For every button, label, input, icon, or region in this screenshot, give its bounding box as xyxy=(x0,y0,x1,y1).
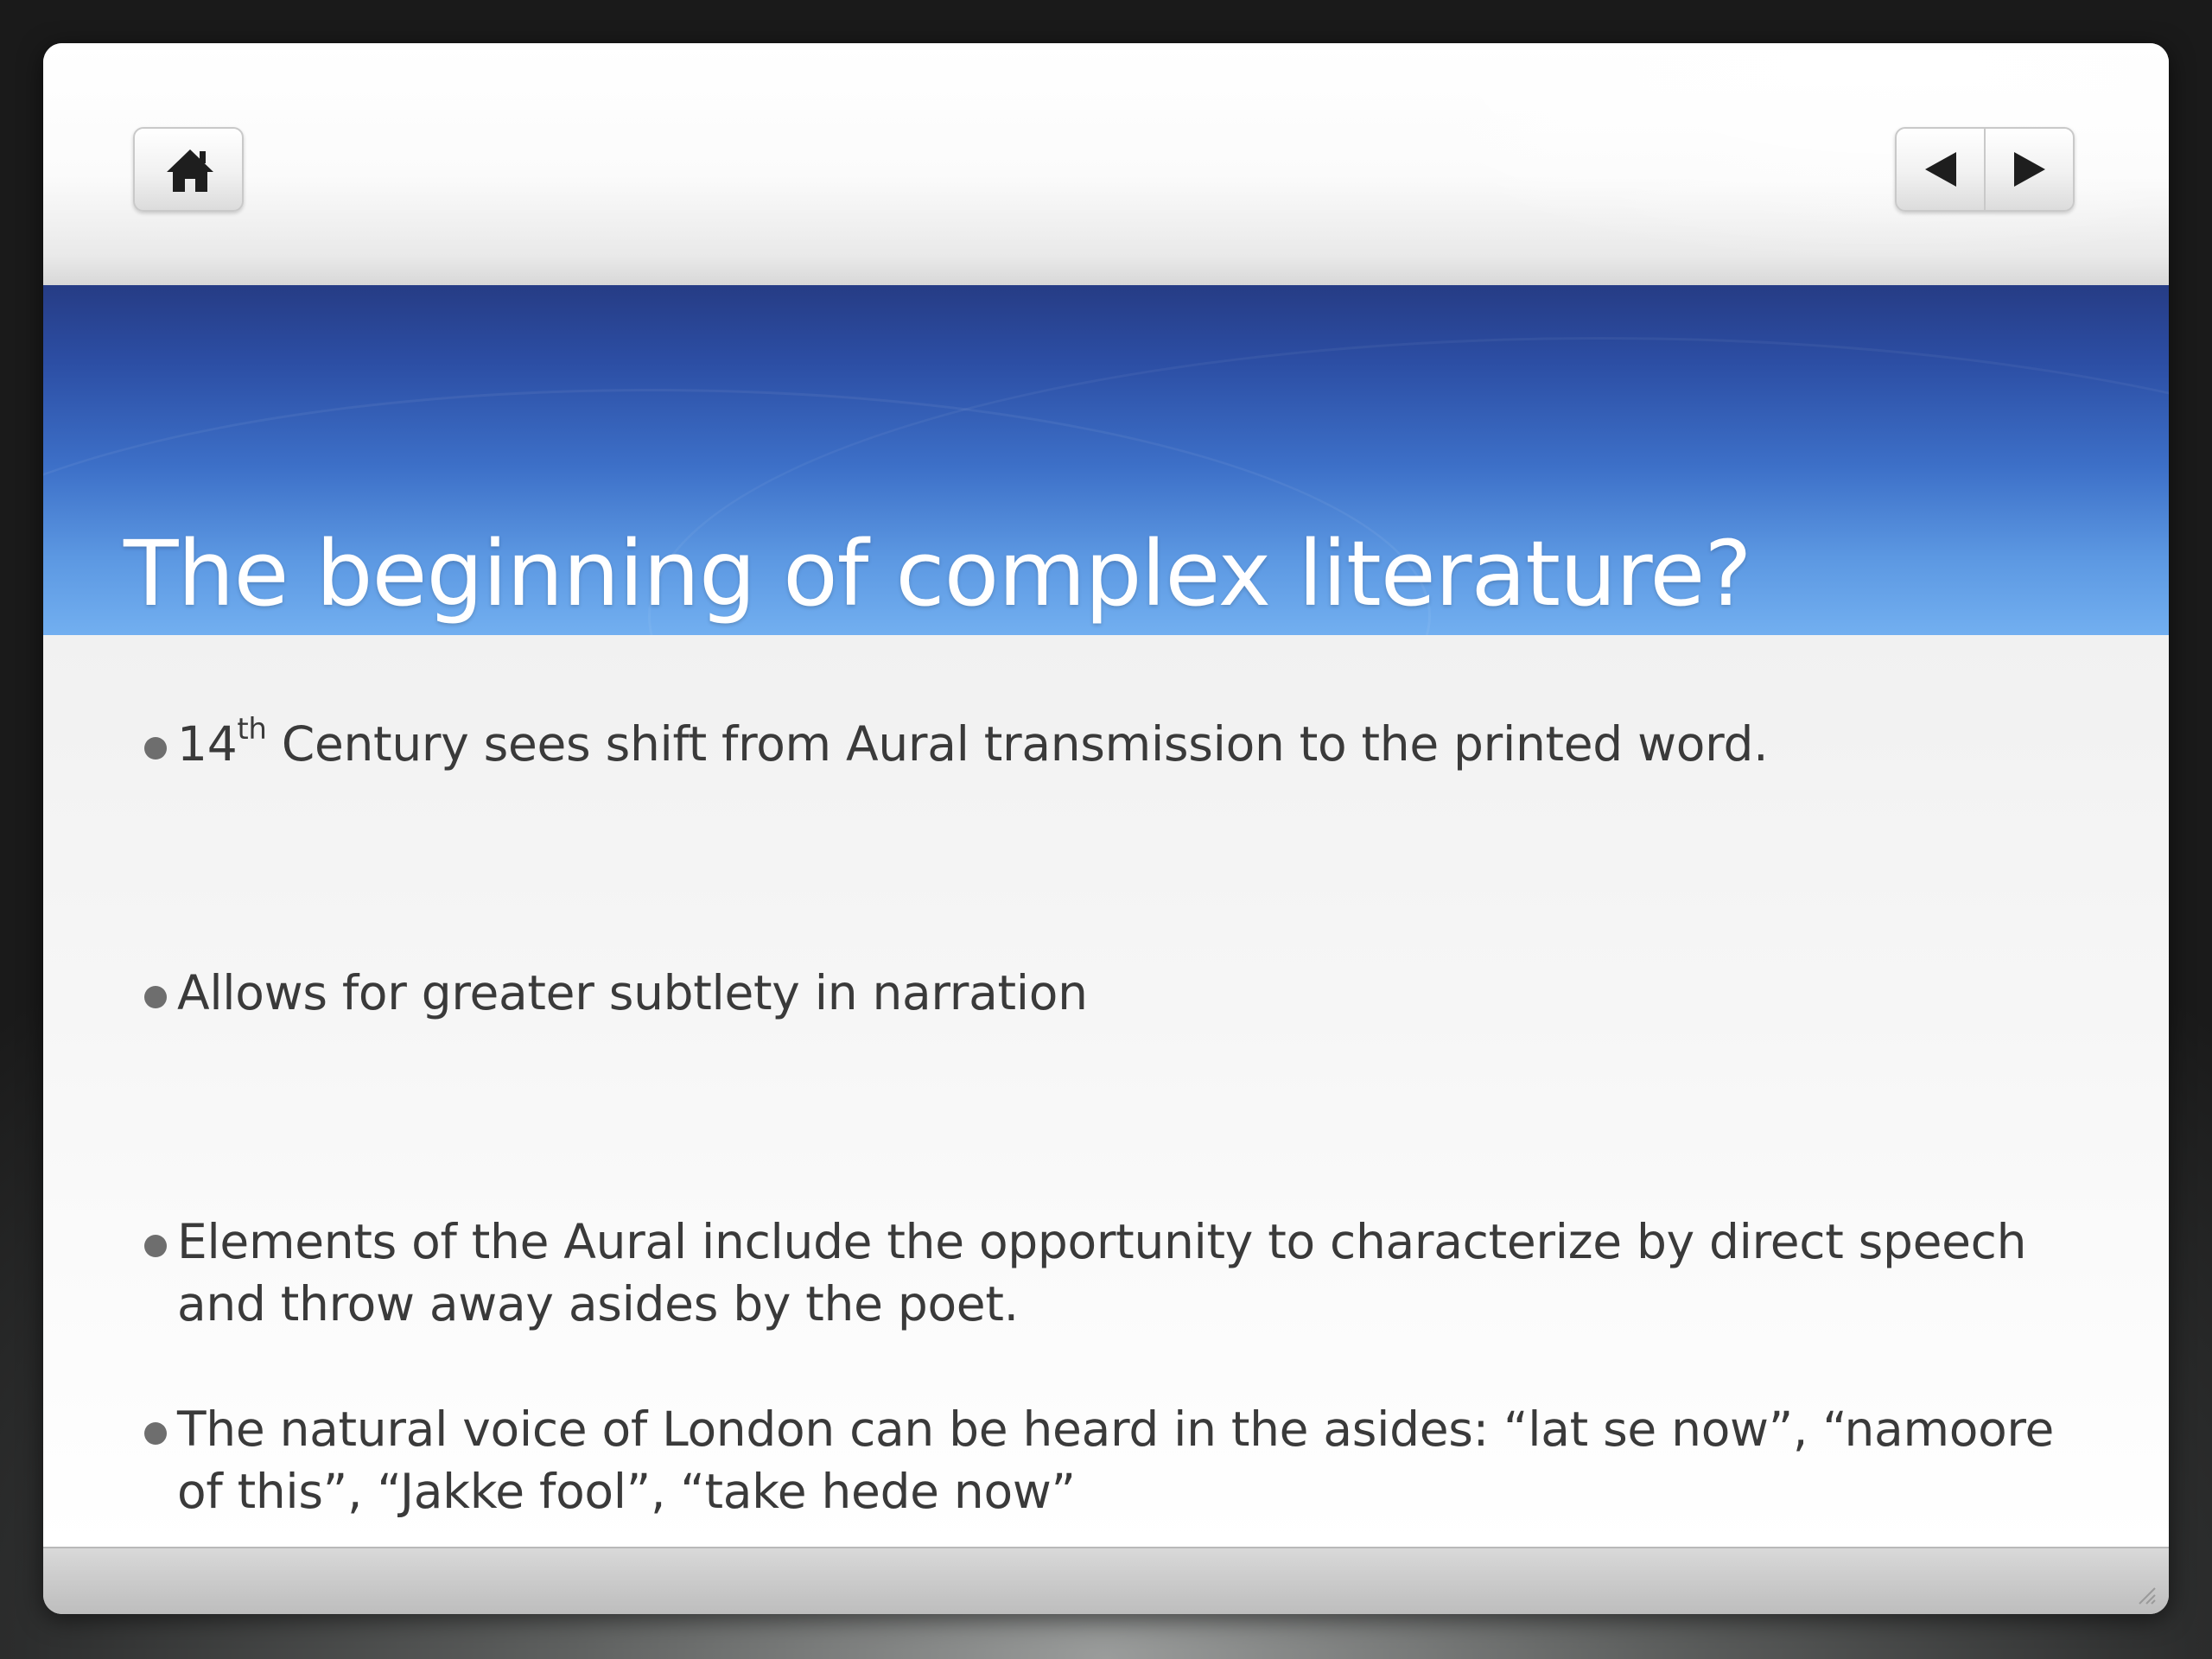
slide-header xyxy=(43,43,2169,285)
bullet-text-rest: Century sees shift from Aural transmissi… xyxy=(266,716,1769,772)
bullet-dot-icon xyxy=(144,1235,167,1257)
home-button[interactable] xyxy=(133,127,244,212)
bullet-item: Allows for greater subtlety in narration xyxy=(144,962,2104,1024)
next-slide-button[interactable] xyxy=(1984,129,2073,210)
bullet-item: 14th Century sees shift from Aural trans… xyxy=(144,713,2104,775)
slide-footer xyxy=(43,1547,2169,1614)
bullet-text: The natural voice of London can be heard… xyxy=(177,1402,2055,1519)
bullet-number: 14 xyxy=(177,716,238,772)
title-band: The beginning of complex literature? xyxy=(43,285,2169,635)
bullet-text: Elements of the Aural include the opport… xyxy=(177,1214,2027,1332)
bullet-text: 14th Century sees shift from Aural trans… xyxy=(177,713,2104,775)
home-icon xyxy=(167,149,213,192)
bullet-text: Allows for greater subtlety in narration xyxy=(177,965,1088,1020)
previous-slide-button[interactable] xyxy=(1897,129,1984,210)
bullet-dot-icon xyxy=(144,737,167,760)
slide: The beginning of complex literature? 14t… xyxy=(43,43,2169,1614)
resize-grip-icon[interactable] xyxy=(2134,1583,2157,1605)
slide-body: 14th Century sees shift from Aural trans… xyxy=(43,635,2169,1547)
bullet-dot-icon xyxy=(144,1422,167,1445)
bullet-item: The natural voice of London can be heard… xyxy=(144,1398,2104,1522)
triangle-right-icon xyxy=(2013,152,2045,187)
triangle-left-icon xyxy=(1924,152,1956,187)
slide-title: The beginning of complex literature? xyxy=(124,521,1752,626)
ordinal-superscript: th xyxy=(237,711,267,747)
bullet-item: Elements of the Aural include the opport… xyxy=(144,1211,2104,1335)
slide-navigation xyxy=(1895,127,2075,212)
bullet-dot-icon xyxy=(144,986,167,1008)
